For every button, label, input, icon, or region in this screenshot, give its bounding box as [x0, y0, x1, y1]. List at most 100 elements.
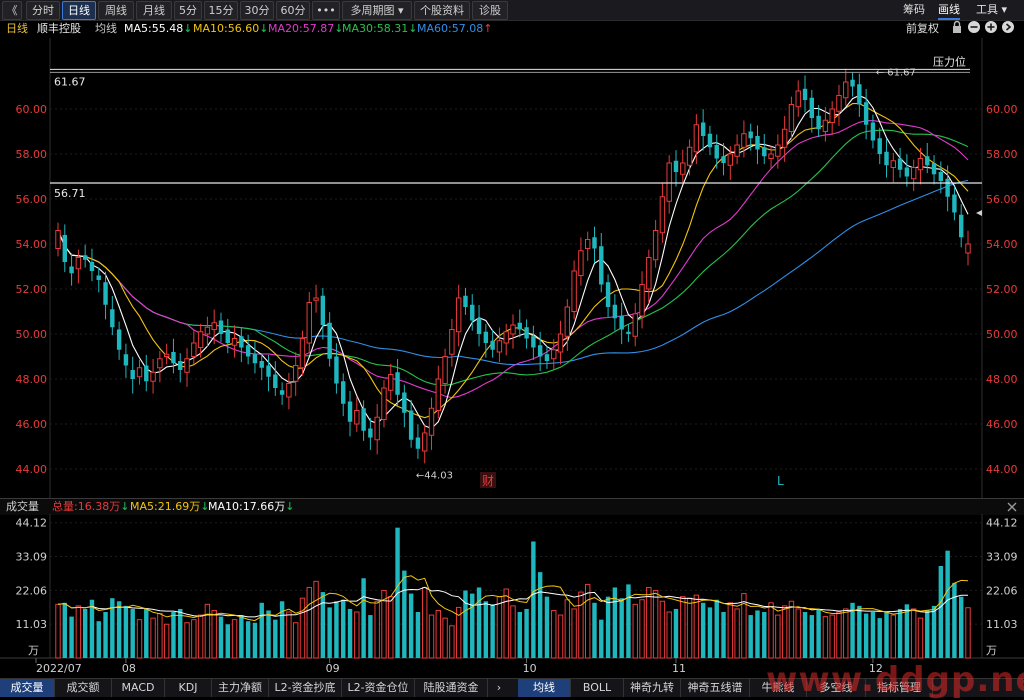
- candle[interactable]: [496, 327, 503, 363]
- candle[interactable]: [82, 244, 88, 268]
- volume-bar[interactable]: [884, 612, 889, 658]
- indicator-tab-6[interactable]: L2-资金仓位: [342, 679, 415, 697]
- candle[interactable]: [55, 222, 61, 257]
- candle[interactable]: [197, 323, 204, 358]
- volume-bar[interactable]: [157, 613, 163, 659]
- toolbar-right-item-0[interactable]: 筹码: [903, 1, 925, 18]
- volume-bar[interactable]: [341, 599, 346, 658]
- period-button-3[interactable]: 月线: [136, 1, 172, 20]
- period-button-8[interactable]: •••: [312, 1, 340, 20]
- candle[interactable]: [802, 75, 808, 113]
- candle[interactable]: [870, 114, 876, 149]
- candle[interactable]: [659, 183, 666, 243]
- candle[interactable]: [517, 309, 522, 338]
- volume-bar[interactable]: [571, 608, 577, 659]
- candle[interactable]: [952, 186, 957, 221]
- volume-bar[interactable]: [809, 615, 815, 658]
- volume-bar[interactable]: [402, 570, 407, 658]
- candle[interactable]: [762, 133, 767, 165]
- volume-bar[interactable]: [917, 617, 924, 659]
- volume-bar[interactable]: [857, 605, 862, 658]
- toolbar-right-item-1[interactable]: 画线: [938, 1, 960, 20]
- volume-bar[interactable]: [279, 601, 285, 658]
- volume-bar[interactable]: [503, 588, 509, 659]
- volume-bar[interactable]: [245, 621, 251, 658]
- volume-bar[interactable]: [646, 586, 652, 659]
- candle[interactable]: [673, 150, 679, 187]
- overlay-tab-3[interactable]: 神奇五线谱: [681, 679, 750, 697]
- candle[interactable]: [707, 125, 713, 156]
- volume-bar[interactable]: [816, 608, 821, 658]
- candle[interactable]: [306, 291, 312, 354]
- candle[interactable]: [455, 284, 462, 347]
- toolbar-right-item-2[interactable]: 工具 ▾: [976, 1, 1007, 18]
- candle[interactable]: [524, 319, 529, 349]
- indicator-tab-2[interactable]: MACD: [112, 679, 165, 697]
- candle[interactable]: [327, 312, 332, 367]
- candle[interactable]: [592, 226, 597, 264]
- candle[interactable]: [904, 154, 910, 187]
- indicator-tab-0[interactable]: 成交量: [0, 679, 55, 697]
- period-button-4[interactable]: 5分: [174, 1, 202, 20]
- candle[interactable]: [245, 334, 251, 365]
- volume-bar[interactable]: [368, 615, 373, 658]
- candle[interactable]: [279, 382, 285, 405]
- candle[interactable]: [897, 147, 903, 178]
- candle[interactable]: [374, 403, 380, 455]
- period-button-1[interactable]: 日线: [62, 1, 96, 20]
- period-button-5[interactable]: 15分: [204, 1, 238, 20]
- candle[interactable]: [388, 363, 394, 401]
- candle[interactable]: [428, 397, 435, 450]
- overlay-tab-2[interactable]: 神奇九转: [624, 679, 681, 697]
- candle[interactable]: [639, 271, 645, 329]
- volume-bar[interactable]: [870, 612, 876, 658]
- volume-chart[interactable]: 11.03 11.03 22.06 22.06 33.09 33.09 44.12 44.12…: [0, 514, 1024, 678]
- volume-bar[interactable]: [463, 590, 468, 658]
- volume-bar[interactable]: [544, 596, 550, 658]
- candle[interactable]: [184, 348, 190, 387]
- volume-bar[interactable]: [136, 619, 143, 659]
- volume-bar[interactable]: [96, 621, 101, 658]
- candle[interactable]: [626, 323, 631, 342]
- candle[interactable]: [136, 359, 143, 385]
- volume-bar[interactable]: [897, 608, 903, 658]
- volume-bar[interactable]: [292, 622, 299, 659]
- volume-bar[interactable]: [89, 599, 95, 658]
- volume-bar[interactable]: [259, 602, 264, 658]
- period-button-10[interactable]: 个股资料: [414, 1, 470, 20]
- volume-bar[interactable]: [231, 619, 238, 659]
- candle[interactable]: [273, 361, 278, 396]
- candle[interactable]: [584, 231, 591, 261]
- volume-bar[interactable]: [490, 604, 495, 658]
- volume-bar[interactable]: [673, 608, 679, 658]
- candle[interactable]: [755, 125, 760, 165]
- volume-bar[interactable]: [510, 605, 516, 659]
- candle[interactable]: [816, 105, 821, 138]
- candle[interactable]: [599, 232, 604, 293]
- candle[interactable]: [123, 343, 129, 378]
- back-button[interactable]: 《: [2, 1, 22, 20]
- volume-bar[interactable]: [632, 603, 638, 659]
- period-button-9[interactable]: 多周期图 ▾: [342, 1, 412, 20]
- volume-bar[interactable]: [55, 603, 61, 659]
- volume-bar[interactable]: [361, 578, 366, 658]
- candle[interactable]: [231, 325, 238, 358]
- volume-bar[interactable]: [781, 605, 788, 659]
- volume-bar[interactable]: [551, 609, 557, 659]
- candle[interactable]: [368, 417, 373, 450]
- candle[interactable]: [116, 321, 122, 360]
- volume-bar[interactable]: [537, 572, 543, 658]
- candle[interactable]: [666, 155, 672, 214]
- candle[interactable]: [171, 338, 176, 374]
- candle[interactable]: [727, 146, 734, 180]
- candle[interactable]: [163, 343, 170, 365]
- candle[interactable]: [781, 115, 788, 162]
- volume-bar[interactable]: [524, 608, 529, 658]
- volume-bar[interactable]: [517, 612, 522, 658]
- volume-bar[interactable]: [320, 592, 326, 658]
- candle[interactable]: [843, 68, 849, 106]
- candle[interactable]: [686, 139, 693, 176]
- volume-bar[interactable]: [476, 587, 482, 658]
- forward-adjust-button[interactable]: 前复权: [906, 20, 939, 38]
- volume-bar[interactable]: [727, 602, 734, 659]
